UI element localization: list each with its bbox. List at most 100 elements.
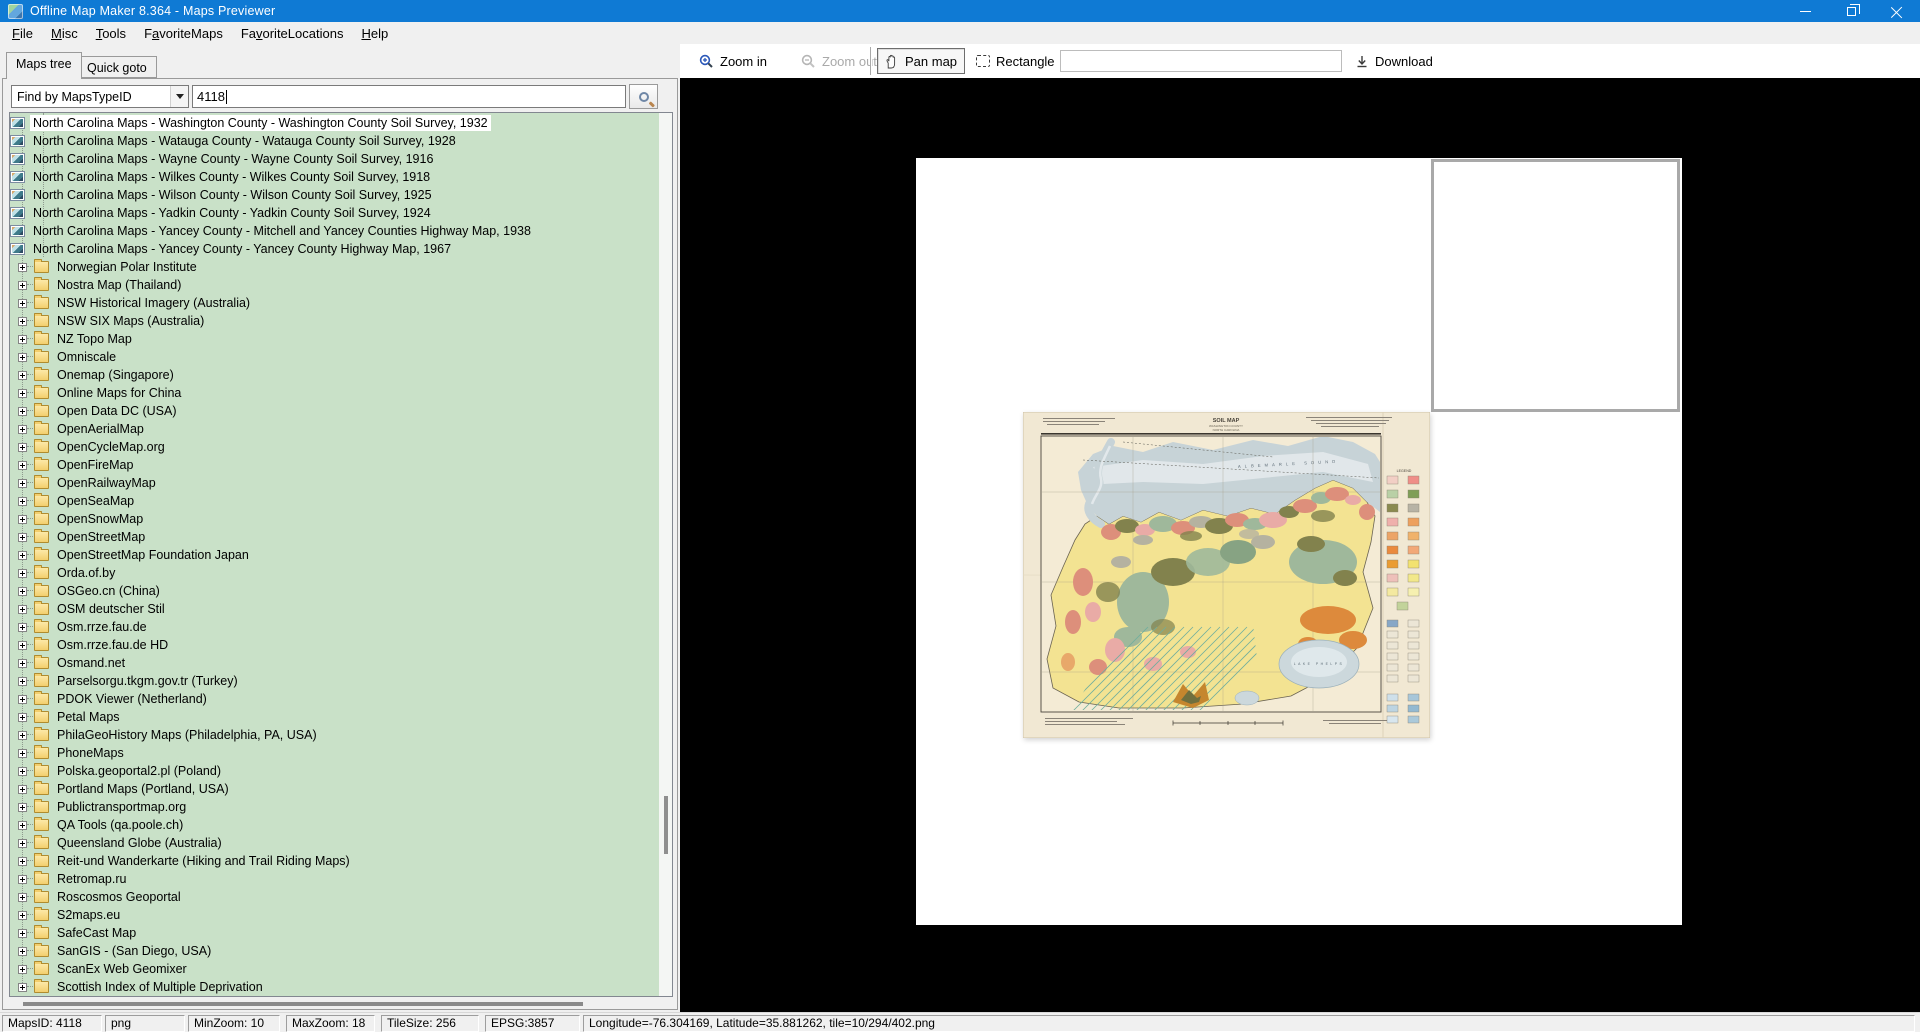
expand-plus-icon[interactable] bbox=[18, 820, 27, 830]
expand-plus-icon[interactable] bbox=[18, 316, 27, 326]
tree-item-folder[interactable]: Osmand.net bbox=[10, 654, 660, 672]
tree-item-map[interactable]: North Carolina Maps - Wayne County - Way… bbox=[10, 150, 660, 168]
tree-item-folder[interactable]: OpenFireMap bbox=[10, 456, 660, 474]
expand-plus-icon[interactable] bbox=[18, 712, 27, 722]
menu-help[interactable]: Help bbox=[352, 24, 397, 43]
tree-item-folder[interactable]: Queensland Globe (Australia) bbox=[10, 834, 660, 852]
tree-item-folder[interactable]: QA Tools (qa.poole.ch) bbox=[10, 816, 660, 834]
expand-plus-icon[interactable] bbox=[18, 604, 27, 614]
expand-plus-icon[interactable] bbox=[18, 874, 27, 884]
expand-plus-icon[interactable] bbox=[18, 370, 27, 380]
tree-item-folder[interactable]: PDOK Viewer (Netherland) bbox=[10, 690, 660, 708]
tree-item-folder[interactable]: Onemap (Singapore) bbox=[10, 366, 660, 384]
tree-vertical-scroll-thumb[interactable] bbox=[664, 796, 668, 854]
tree-item-folder[interactable]: NSW Historical Imagery (Australia) bbox=[10, 294, 660, 312]
expand-plus-icon[interactable] bbox=[18, 298, 27, 308]
expand-plus-icon[interactable] bbox=[18, 406, 27, 416]
menu-favoritemaps[interactable]: FavoriteMaps bbox=[135, 24, 232, 43]
tree-item-folder[interactable]: Publictransportmap.org bbox=[10, 798, 660, 816]
tree-item-folder[interactable]: NZ Topo Map bbox=[10, 330, 660, 348]
expand-plus-icon[interactable] bbox=[18, 262, 27, 272]
tree-item-map[interactable]: North Carolina Maps - Watauga County - W… bbox=[10, 132, 660, 150]
tree-item-folder[interactable]: SafeCast Map bbox=[10, 924, 660, 942]
tree-item-map[interactable]: North Carolina Maps - Wilkes County - Wi… bbox=[10, 168, 660, 186]
expand-plus-icon[interactable] bbox=[18, 622, 27, 632]
expand-plus-icon[interactable] bbox=[18, 946, 27, 956]
tree-item-folder[interactable]: Polska.geoportal2.pl (Poland) bbox=[10, 762, 660, 780]
expand-plus-icon[interactable] bbox=[18, 802, 27, 812]
tree-item-folder[interactable]: OSM deutscher Stil bbox=[10, 600, 660, 618]
tree-item-folder[interactable]: ScanEx Web Geomixer bbox=[10, 960, 660, 978]
tree-item-folder[interactable]: Norwegian Polar Institute bbox=[10, 258, 660, 276]
tree-item-folder[interactable]: Online Maps for China bbox=[10, 384, 660, 402]
expand-plus-icon[interactable] bbox=[18, 280, 27, 290]
tree-item-folder[interactable]: OpenCycleMap.org bbox=[10, 438, 660, 456]
expand-plus-icon[interactable] bbox=[18, 352, 27, 362]
tree-item-folder[interactable]: OpenStreetMap Foundation Japan bbox=[10, 546, 660, 564]
expand-plus-icon[interactable] bbox=[18, 586, 27, 596]
tree-horizontal-scroll-thumb[interactable] bbox=[23, 1002, 583, 1006]
tree-item-folder[interactable]: Scottish Index of Multiple Deprivation bbox=[10, 978, 660, 996]
tree-horizontal-scrollbar[interactable] bbox=[9, 999, 673, 1008]
tree-item-folder[interactable]: OpenStreetMap bbox=[10, 528, 660, 546]
expand-plus-icon[interactable] bbox=[18, 766, 27, 776]
expand-plus-icon[interactable] bbox=[18, 658, 27, 668]
expand-plus-icon[interactable] bbox=[18, 964, 27, 974]
tree-item-folder[interactable]: Parselsorgu.tkgm.gov.tr (Turkey) bbox=[10, 672, 660, 690]
tab-quick-goto[interactable]: Quick goto bbox=[77, 56, 157, 78]
tree-item-folder[interactable]: Reit-und Wanderkarte (Hiking and Trail R… bbox=[10, 852, 660, 870]
tree-item-folder[interactable]: Omniscale bbox=[10, 348, 660, 366]
expand-plus-icon[interactable] bbox=[18, 694, 27, 704]
expand-plus-icon[interactable] bbox=[18, 442, 27, 452]
expand-plus-icon[interactable] bbox=[18, 460, 27, 470]
tree-item-folder[interactable]: OpenSnowMap bbox=[10, 510, 660, 528]
expand-plus-icon[interactable] bbox=[18, 856, 27, 866]
tree-item-folder[interactable]: Osm.rrze.fau.de bbox=[10, 618, 660, 636]
tree-item-folder[interactable]: Nostra Map (Thailand) bbox=[10, 276, 660, 294]
tree-item-folder[interactable]: Retromap.ru bbox=[10, 870, 660, 888]
expand-plus-icon[interactable] bbox=[18, 748, 27, 758]
tree-item-folder[interactable]: PhoneMaps bbox=[10, 744, 660, 762]
tree-item-folder[interactable]: OSGeo.cn (China) bbox=[10, 582, 660, 600]
expand-plus-icon[interactable] bbox=[18, 640, 27, 650]
expand-plus-icon[interactable] bbox=[18, 334, 27, 344]
expand-plus-icon[interactable] bbox=[18, 784, 27, 794]
tab-maps-tree[interactable]: Maps tree bbox=[6, 52, 82, 79]
rectangle-button[interactable]: Rectangle bbox=[969, 48, 1062, 74]
tree-item-map[interactable]: North Carolina Maps - Yancey County - Mi… bbox=[10, 222, 660, 240]
expand-plus-icon[interactable] bbox=[18, 838, 27, 848]
tree-item-folder[interactable]: Portland Maps (Portland, USA) bbox=[10, 780, 660, 798]
minimize-button[interactable] bbox=[1782, 0, 1828, 22]
tree-item-folder[interactable]: Osm.rrze.fau.de HD bbox=[10, 636, 660, 654]
tree-item-folder[interactable]: S2maps.eu bbox=[10, 906, 660, 924]
menu-favoritelocations[interactable]: FavoriteLocations bbox=[232, 24, 353, 43]
combo-dropdown-button[interactable] bbox=[170, 86, 188, 107]
expand-plus-icon[interactable] bbox=[18, 568, 27, 578]
tree-item-map[interactable]: North Carolina Maps - Wilson County - Wi… bbox=[10, 186, 660, 204]
zoom-in-button[interactable]: Zoom in bbox=[692, 48, 774, 74]
expand-plus-icon[interactable] bbox=[18, 532, 27, 542]
map-canvas[interactable]: SOIL MAP WASHINGTON COUNTY NORTH CAROLIN… bbox=[916, 158, 1682, 925]
expand-plus-icon[interactable] bbox=[18, 514, 27, 524]
menu-tools[interactable]: Tools bbox=[87, 24, 135, 43]
download-button[interactable]: Download bbox=[1348, 48, 1440, 74]
expand-plus-icon[interactable] bbox=[18, 730, 27, 740]
expand-plus-icon[interactable] bbox=[18, 676, 27, 686]
restore-button[interactable] bbox=[1828, 0, 1874, 22]
expand-plus-icon[interactable] bbox=[18, 388, 27, 398]
toolbar-text-field[interactable] bbox=[1060, 50, 1342, 72]
tree-vertical-scrollbar[interactable] bbox=[659, 113, 672, 996]
tree-item-map[interactable]: North Carolina Maps - Yadkin County - Ya… bbox=[10, 204, 660, 222]
tree-item-folder[interactable]: Open Data DC (USA) bbox=[10, 402, 660, 420]
expand-plus-icon[interactable] bbox=[18, 478, 27, 488]
tree-item-map[interactable]: North Carolina Maps - Washington County … bbox=[10, 114, 660, 132]
tree-item-folder[interactable]: OpenSeaMap bbox=[10, 492, 660, 510]
pan-map-button[interactable]: Pan map bbox=[877, 48, 966, 74]
menu-file[interactable]: File bbox=[3, 24, 42, 43]
close-button[interactable] bbox=[1874, 0, 1920, 22]
tree-item-folder[interactable]: OpenRailwayMap bbox=[10, 474, 660, 492]
tree-item-folder[interactable]: Orda.of.by bbox=[10, 564, 660, 582]
expand-plus-icon[interactable] bbox=[18, 550, 27, 560]
tree-item-folder[interactable]: SanGIS - (San Diego, USA) bbox=[10, 942, 660, 960]
expand-plus-icon[interactable] bbox=[18, 424, 27, 434]
